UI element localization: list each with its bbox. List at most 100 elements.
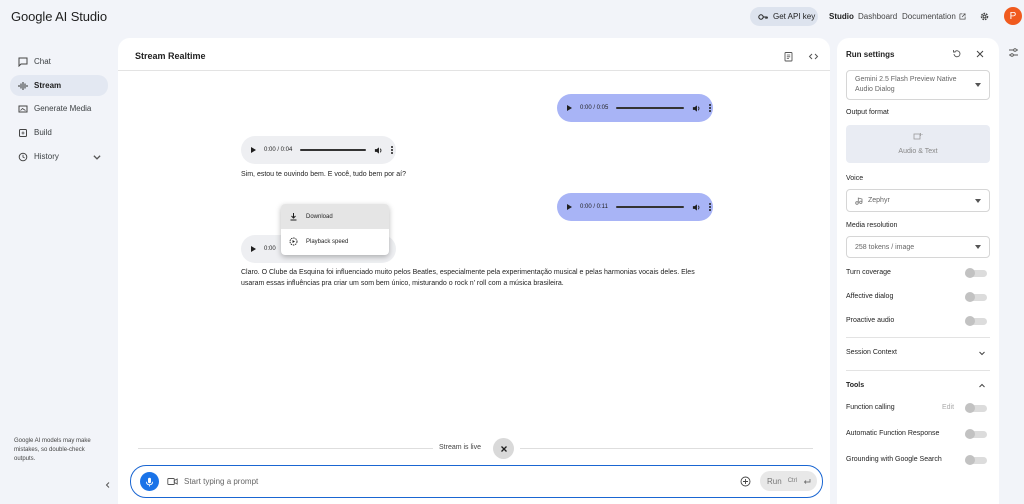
audio-player-user[interactable]: 0:00 / 0:05: [557, 94, 713, 122]
voice-select[interactable]: Zephyr: [846, 189, 990, 212]
run-button[interactable]: Run Ctrl: [760, 471, 817, 491]
play-icon[interactable]: [567, 105, 572, 111]
sidebar-item-label: History: [34, 152, 59, 161]
audio-progress-track[interactable]: [300, 149, 367, 151]
sidebar-item-label: Stream: [34, 81, 62, 90]
model-select[interactable]: Gemini 2.5 Flash Preview Native Audio Di…: [846, 70, 990, 100]
disclaimer: Google AI models may make mistakes, so d…: [14, 438, 91, 462]
tools-label[interactable]: Tools: [846, 382, 864, 389]
top-bar: Google AI Studio Get API key Studio Dash…: [0, 0, 1024, 34]
gear-icon[interactable]: [979, 11, 990, 22]
proactive-audio-toggle[interactable]: [965, 316, 987, 326]
dropdown-arrow-icon: [975, 83, 981, 87]
media-resolution-select[interactable]: 258 tokens / image: [846, 236, 990, 258]
get-api-key-label: Get API key: [773, 12, 816, 21]
menu-item-download[interactable]: Download: [281, 204, 389, 229]
dropdown-arrow-icon: [975, 198, 981, 203]
more-options-icon[interactable]: [709, 104, 712, 112]
nav-studio[interactable]: Studio: [829, 12, 854, 21]
sidebar-item-build[interactable]: Build: [10, 122, 108, 143]
stop-stream-button[interactable]: [493, 438, 514, 459]
run-settings-panel: Run settings Gemini 2.5 Flash Preview Na…: [837, 38, 999, 504]
turn-coverage-toggle[interactable]: [965, 268, 987, 278]
chat-icon: [18, 57, 28, 67]
play-icon[interactable]: [567, 204, 572, 210]
chevron-down-icon[interactable]: [978, 349, 986, 357]
get-api-key-button[interactable]: Get API key: [750, 7, 818, 26]
function-calling-toggle[interactable]: [965, 403, 987, 413]
sidebar-item-label: Generate Media: [34, 104, 92, 113]
play-icon[interactable]: [251, 246, 256, 252]
divider: [520, 448, 813, 449]
media-icon: [18, 105, 28, 112]
audio-text-icon: [913, 133, 923, 140]
divider: [846, 370, 990, 371]
proactive-audio-label: Proactive audio: [846, 317, 895, 324]
function-calling-edit-link[interactable]: Edit: [942, 404, 954, 411]
chevron-down-icon[interactable]: [92, 152, 102, 162]
run-label: Run: [767, 476, 782, 486]
reset-icon[interactable]: [952, 49, 962, 59]
close-icon[interactable]: [975, 49, 985, 59]
nav-dashboard[interactable]: Dashboard: [858, 12, 897, 21]
volume-icon[interactable]: [692, 104, 701, 113]
voice-label: Voice: [846, 175, 864, 182]
dropdown-arrow-icon: [975, 245, 981, 249]
audio-progress-track[interactable]: [616, 107, 685, 109]
nav-documentation-label: Documentation: [902, 12, 956, 21]
audio-time: 0:00: [264, 246, 276, 252]
model-message-text: Sim, estou te ouvindo bem. E você, tudo …: [241, 171, 406, 178]
more-options-icon[interactable]: [391, 146, 394, 154]
code-icon[interactable]: [808, 51, 819, 62]
play-icon[interactable]: [251, 147, 256, 153]
avatar[interactable]: P: [1004, 7, 1022, 25]
menu-item-label: Download: [306, 213, 333, 220]
page-title: Stream Realtime: [135, 51, 206, 61]
automatic-function-response-label: Automatic Function Response: [846, 430, 940, 437]
affective-dialog-toggle[interactable]: [965, 292, 987, 302]
output-format-value: Audio & Text: [898, 148, 938, 155]
sidebar-item-label: Build: [34, 128, 52, 137]
sidebar-item-chat[interactable]: Chat: [10, 51, 108, 72]
media-resolution-value: 258 tokens / image: [855, 243, 915, 251]
app-logo[interactable]: Google AI Studio: [11, 9, 107, 24]
key-icon: [758, 13, 768, 20]
microphone-button[interactable]: [140, 472, 159, 491]
menu-item-label: Playback speed: [306, 238, 349, 245]
music-note-icon: [855, 196, 863, 205]
chevron-up-icon[interactable]: [978, 382, 986, 390]
divider: [118, 70, 830, 71]
audio-progress-track[interactable]: [615, 206, 684, 208]
grounding-toggle[interactable]: [965, 455, 987, 465]
clipboard-icon[interactable]: [783, 51, 794, 62]
prompt-bar: Run Ctrl: [130, 465, 823, 498]
run-shortcut: Ctrl: [787, 478, 798, 484]
sidebar-item-stream[interactable]: Stream: [10, 75, 108, 96]
audio-time: 0:00 / 0:04: [264, 147, 293, 153]
volume-icon[interactable]: [374, 146, 383, 155]
more-options-icon[interactable]: [708, 203, 711, 211]
sidebar-item-history[interactable]: History: [10, 146, 108, 167]
download-icon: [290, 213, 297, 221]
audio-context-menu: Download Playback speed: [281, 204, 389, 255]
tune-icon[interactable]: [1008, 47, 1019, 58]
audio-player-user[interactable]: 0:00 / 0:11: [557, 193, 713, 221]
menu-item-playback-speed[interactable]: Playback speed: [281, 229, 389, 254]
audio-time: 0:00 / 0:05: [580, 105, 609, 111]
collapse-sidebar-button[interactable]: [102, 479, 114, 491]
chevron-left-icon: [105, 482, 110, 488]
output-format-option[interactable]: Audio & Text: [846, 125, 990, 163]
build-icon: [19, 128, 27, 137]
camera-icon[interactable]: [167, 477, 178, 486]
audio-player-model[interactable]: 0:00 / 0:04: [241, 136, 396, 164]
sidebar-item-generate-media[interactable]: Generate Media: [10, 98, 108, 119]
volume-icon[interactable]: [692, 203, 701, 212]
external-link-icon: [959, 13, 966, 20]
add-icon[interactable]: [740, 476, 751, 487]
prompt-input[interactable]: [184, 474, 584, 489]
session-context-label[interactable]: Session Context: [846, 349, 897, 356]
microphone-icon: [146, 477, 153, 486]
nav-documentation[interactable]: Documentation: [902, 12, 966, 21]
output-format-label: Output format: [846, 109, 889, 116]
automatic-function-response-toggle[interactable]: [965, 429, 987, 439]
